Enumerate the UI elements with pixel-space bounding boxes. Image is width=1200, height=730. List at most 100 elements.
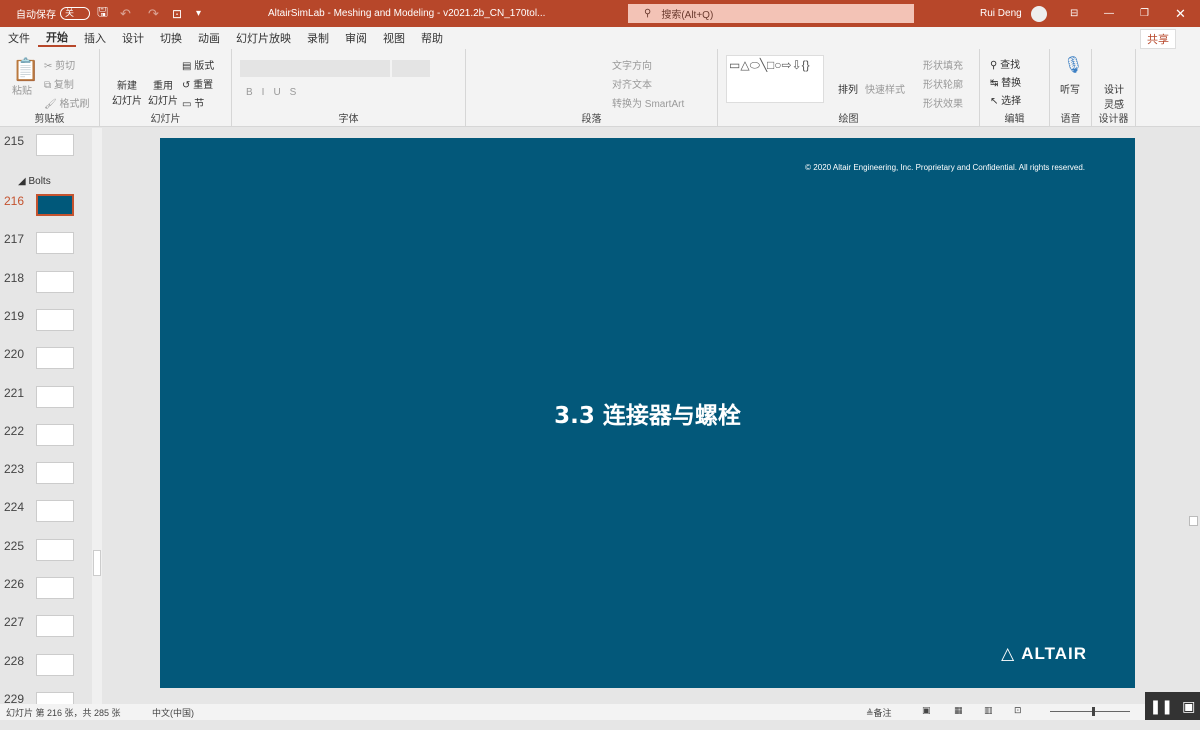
thumbnail — [36, 577, 74, 599]
font-format-buttons[interactable]: BIUS — [246, 87, 305, 98]
font-size-input[interactable] — [392, 60, 430, 77]
shape-fill-button[interactable]: 形状填充 — [923, 57, 963, 72]
section-bolts[interactable]: ◢ Bolts — [18, 176, 51, 187]
slide-thumb-222[interactable]: 222 — [0, 423, 100, 462]
zoom-slider[interactable] — [1050, 707, 1130, 716]
cut-button[interactable]: ✂ 剪切 — [44, 57, 75, 72]
slide-canvas[interactable]: © 2020 Altair Engineering, Inc. Propriet… — [160, 138, 1135, 688]
arrange-button[interactable]: 排列 — [838, 81, 858, 96]
close-icon[interactable]: ✕ — [1175, 0, 1186, 27]
minimize-icon[interactable]: — — [1104, 0, 1114, 27]
tab-transitions[interactable]: 切换 — [152, 30, 190, 46]
smartart-button[interactable]: 转换为 SmartArt — [612, 95, 684, 110]
restore-icon[interactable]: ❐ — [1140, 0, 1149, 27]
reading-view-icon[interactable]: ▥ — [984, 705, 993, 716]
notes-label: 备注 — [873, 708, 892, 718]
slide-thumb-226[interactable]: 226 — [0, 577, 100, 615]
tab-record[interactable]: 录制 — [299, 30, 337, 46]
tab-view[interactable]: 视图 — [375, 30, 413, 46]
thumbnail — [36, 462, 74, 485]
slide-number: 228 — [4, 653, 25, 668]
slide-thumb-215[interactable]: 215 — [0, 134, 100, 172]
normal-view-icon[interactable]: ▣ — [922, 705, 931, 716]
panel-scroll-thumb[interactable] — [93, 550, 101, 576]
customize-icon[interactable]: ▾ — [196, 0, 201, 27]
autosave[interactable]: 自动保存关 — [16, 0, 90, 27]
dictate-button[interactable]: 听写 — [1060, 81, 1080, 96]
share-button[interactable]: 共享 — [1140, 29, 1176, 49]
thumbnail — [36, 134, 74, 156]
designer-label: 设计器 — [1098, 114, 1129, 125]
layout-button[interactable]: ▤ 版式 — [182, 57, 214, 72]
slide-thumb-217[interactable]: 217 — [0, 232, 100, 270]
reset-button[interactable]: ↺ 重置 — [182, 76, 213, 91]
tab-animations[interactable]: 动画 — [190, 30, 228, 46]
paste-button[interactable]: 粘贴 — [12, 82, 32, 97]
quick-styles-button[interactable]: 快速样式 — [865, 81, 905, 96]
text-direction-button[interactable]: 文字方向 — [612, 57, 652, 72]
tab-insert[interactable]: 插入 — [76, 30, 114, 46]
find-button[interactable]: ⚲ 查找 — [990, 56, 1020, 71]
select-button[interactable]: ↖ 选择 — [990, 92, 1021, 107]
tab-review[interactable]: 审阅 — [337, 30, 375, 46]
editor-scroll-thumb[interactable] — [1189, 516, 1198, 526]
slide-thumb-228[interactable]: 228 — [0, 653, 100, 692]
new-slide-button[interactable]: 新建 幻灯片 — [112, 77, 142, 107]
ribbon-display-icon[interactable]: ⊟ — [1070, 0, 1078, 27]
slide-thumb-216[interactable]: 216 — [0, 194, 100, 232]
reuse-slides-button[interactable]: 重用 幻灯片 — [148, 77, 178, 107]
reset-label: 重置 — [193, 80, 214, 91]
slide-thumb-227[interactable]: 227 — [0, 615, 100, 653]
slide-thumb-223[interactable]: 223 — [0, 462, 100, 500]
align-text-button[interactable]: 对齐文本 — [612, 76, 652, 91]
thumbnail — [36, 385, 74, 408]
format-painter-button[interactable]: 🖌 格式刷 — [44, 95, 89, 110]
shapes-gallery[interactable]: ▭△⬭╲□○⇨⇩{} — [726, 55, 824, 103]
notes-button[interactable]: ≜备注 — [866, 706, 892, 719]
replace-label: 替换 — [1001, 78, 1022, 89]
present-icon[interactable]: ⊡ — [172, 0, 182, 27]
shape-effects-button[interactable]: 形状效果 — [923, 95, 963, 110]
pause-icon[interactable]: ❚❚ — [1150, 698, 1173, 715]
slide-thumb-218[interactable]: 218 — [0, 270, 100, 309]
altair-logo-icon: △ — [1001, 644, 1016, 663]
shape-outline-button[interactable]: 形状轮廓 — [923, 76, 963, 91]
avatar[interactable] — [1031, 5, 1047, 22]
language[interactable]: 中文(中国) — [152, 706, 194, 719]
paste-icon[interactable]: 📋 — [12, 57, 39, 83]
slides-group: 新建 幻灯片 重用 幻灯片 ▤ 版式 ↺ 重置 ▭ 节 幻灯片 — [100, 49, 232, 127]
slideshow-icon[interactable]: ⊡ — [1014, 705, 1022, 716]
tab-design[interactable]: 设计 — [114, 30, 152, 46]
search-icon: ⚲ — [644, 8, 652, 19]
slide-thumbnail-panel[interactable]: 215 ◢ Bolts 216 217 218 219 220 221 222 223 224… — [0, 128, 104, 714]
tab-home[interactable]: 开始 — [38, 29, 76, 47]
tab-help[interactable]: 帮助 — [413, 30, 451, 46]
zoom-slider-thumb[interactable] — [1092, 707, 1095, 716]
slide-thumb-220[interactable]: 220 — [0, 347, 100, 385]
tab-file[interactable]: 文件 — [0, 30, 38, 46]
slide-thumb-224[interactable]: 224 — [0, 500, 100, 538]
slide-thumb-219[interactable]: 219 — [0, 308, 100, 347]
copy-button[interactable]: ⧉ 复制 — [44, 76, 74, 91]
panel-scrollbar[interactable] — [92, 128, 102, 704]
user-name[interactable]: Rui Deng — [980, 0, 1022, 27]
recording-controls[interactable]: ❚❚ ▣ — [1145, 692, 1200, 720]
search-input[interactable]: ⚲ 搜索(Alt+Q) — [628, 4, 914, 23]
slide-thumb-225[interactable]: 225 — [0, 538, 100, 577]
replace-button[interactable]: ↹ 替换 — [990, 74, 1021, 89]
autosave-toggle[interactable]: 关 — [60, 7, 90, 20]
undo-icon[interactable]: ↶ — [120, 0, 131, 27]
design-ideas-button[interactable]: 设计 灵感 — [1104, 81, 1124, 111]
slide-sorter-icon[interactable]: ▦ — [954, 705, 963, 716]
stop-icon[interactable]: ▣ — [1182, 698, 1195, 715]
slide-thumb-221[interactable]: 221 — [0, 385, 100, 424]
save-icon[interactable]: 🖫 — [97, 0, 108, 27]
thumbnail — [36, 538, 74, 561]
slide-title[interactable]: 3.3 连接器与螺栓 — [160, 396, 1135, 430]
editor-scrollbar[interactable] — [1187, 128, 1200, 704]
document-title[interactable]: AltairSimLab - Meshing and Modeling - v2… — [268, 0, 545, 27]
tab-slideshow[interactable]: 幻灯片放映 — [228, 30, 299, 46]
redo-icon[interactable]: ↷ — [148, 0, 159, 27]
font-name-input[interactable] — [240, 60, 390, 77]
section-button[interactable]: ▭ 节 — [182, 95, 204, 110]
